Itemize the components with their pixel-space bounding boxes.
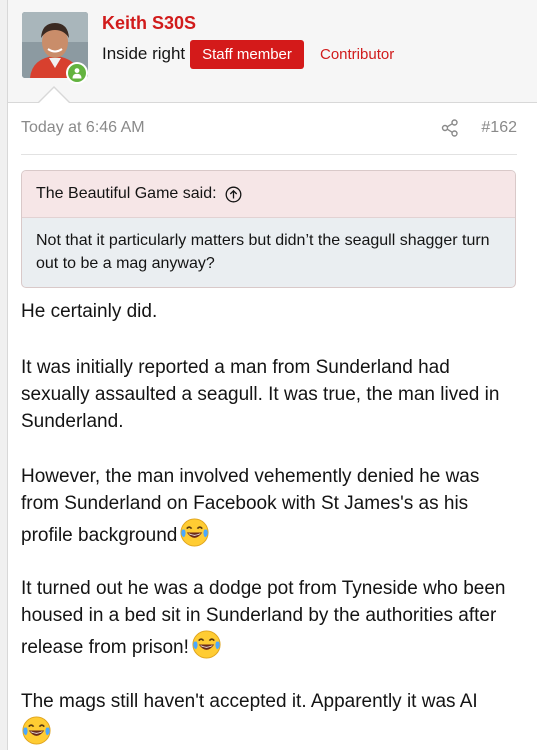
online-status-icon [66,62,88,84]
laughing-tears-emoji-icon [192,630,221,659]
quote-header: The Beautiful Game said: [22,171,515,218]
post-meta: Today at 6:46 AM #162 [21,117,517,155]
left-rail [0,0,8,750]
message-paragraph: He certainly did. [21,298,157,325]
user-arrow [38,88,70,104]
message-paragraph: However, the man involved vehemently den… [21,463,517,549]
quote-text: Not that it particularly matters but did… [36,232,490,272]
message-text: The mags still haven't accepted it. Appa… [21,691,478,712]
share-icon[interactable] [441,119,459,137]
staff-member-badge: Staff member [190,40,304,69]
username-link[interactable]: Keith S30S [102,13,196,34]
user-header: Keith S30S Inside right Staff member Con… [8,0,537,103]
quote-block: The Beautiful Game said: Not that it par… [21,170,516,288]
quote-author-link[interactable]: The Beautiful Game said: [36,185,217,203]
contributor-banner: Contributor [320,46,395,63]
online-user-icon [72,68,82,79]
message-text: He certainly did. [21,301,158,322]
post-number-link[interactable]: #162 [481,119,517,137]
arrow-up-circle-icon[interactable] [225,186,242,203]
user-title: Inside right [102,44,186,63]
message-paragraph: The mags still haven't accepted it. Appa… [21,688,517,747]
message-text: However, the man involved vehemently den… [21,466,480,546]
laughing-tears-emoji-icon [180,518,209,547]
post-timestamp[interactable]: Today at 6:46 AM [21,119,145,137]
message-paragraph: It turned out he was a dodge pot from Ty… [21,575,517,661]
message-text: It turned out he was a dodge pot from Ty… [21,578,506,658]
message-paragraph: It was initially reported a man from Sun… [21,354,517,435]
laughing-tears-emoji-icon [22,716,51,745]
message-text: It was initially reported a man from Sun… [21,357,500,432]
